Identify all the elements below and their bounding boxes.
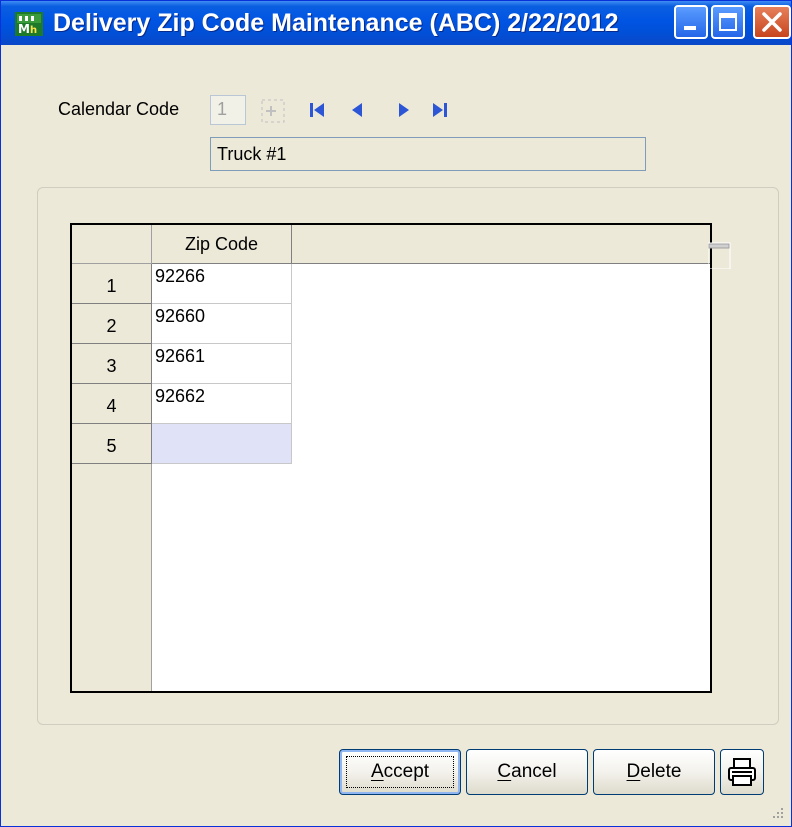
row-number[interactable]: 5: [72, 424, 152, 464]
close-button[interactable]: [753, 5, 791, 39]
first-record-icon[interactable]: [307, 98, 329, 122]
app-icon[interactable]: M h: [15, 12, 43, 36]
last-record-icon[interactable]: [429, 98, 451, 122]
accept-button[interactable]: Accept: [339, 749, 461, 795]
table-row[interactable]: 1 92266: [72, 264, 292, 304]
grid-splitter-icon[interactable]: [708, 233, 738, 269]
zip-code-grid[interactable]: Zip Code 1 92266 2 92660 3 92661 4 92662…: [70, 223, 712, 693]
next-record-icon[interactable]: [393, 98, 415, 122]
printer-icon: [728, 758, 756, 786]
description-field[interactable]: Truck #1: [210, 137, 646, 171]
header-filler: [292, 225, 710, 264]
table-row[interactable]: 5: [72, 424, 292, 464]
lookup-icon[interactable]: [259, 97, 289, 125]
close-icon: [762, 12, 782, 32]
previous-record-icon[interactable]: [347, 98, 369, 122]
cancel-mnemonic: C: [497, 761, 512, 782]
window: M h Delivery Zip Code Maintenance (ABC) …: [0, 0, 792, 827]
zip-code-cell[interactable]: 92661: [152, 344, 292, 384]
delete-label: elete: [640, 761, 682, 782]
calendar-code-input[interactable]: 1: [210, 95, 246, 125]
zip-code-cell-active[interactable]: [152, 424, 292, 464]
table-row[interactable]: 3 92661: [72, 344, 292, 384]
svg-text:h: h: [30, 25, 37, 36]
maximize-icon: [719, 13, 737, 31]
delete-mnemonic: D: [626, 761, 641, 782]
title-bar[interactable]: M h Delivery Zip Code Maintenance (ABC) …: [1, 1, 791, 45]
table-row[interactable]: 2 92660: [72, 304, 292, 344]
row-number[interactable]: 2: [72, 304, 152, 344]
zip-code-cell[interactable]: 92266: [152, 264, 292, 304]
grid-corner: [72, 225, 152, 264]
svg-text:M: M: [18, 22, 30, 36]
cancel-label: ancel: [511, 761, 557, 782]
focus-rect: [346, 756, 454, 788]
calendar-code-label: Calendar Code: [58, 99, 180, 119]
column-header-zip-code[interactable]: Zip Code: [152, 225, 292, 264]
zip-code-cell[interactable]: 92662: [152, 384, 292, 424]
delete-button[interactable]: Delete: [593, 749, 715, 795]
row-number[interactable]: 4: [72, 384, 152, 424]
minimize-button[interactable]: [674, 5, 708, 39]
minimize-icon: [684, 26, 696, 30]
table-row[interactable]: 4 92662: [72, 384, 292, 424]
zip-code-cell[interactable]: 92660: [152, 304, 292, 344]
cancel-button[interactable]: Cancel: [466, 749, 588, 795]
maximize-button[interactable]: [711, 5, 745, 39]
row-number[interactable]: 3: [72, 344, 152, 384]
row-number[interactable]: 1: [72, 264, 152, 304]
print-button[interactable]: [720, 749, 764, 795]
resize-grip-icon[interactable]: [771, 806, 785, 820]
window-title: Delivery Zip Code Maintenance (ABC) 2/22…: [53, 9, 619, 37]
